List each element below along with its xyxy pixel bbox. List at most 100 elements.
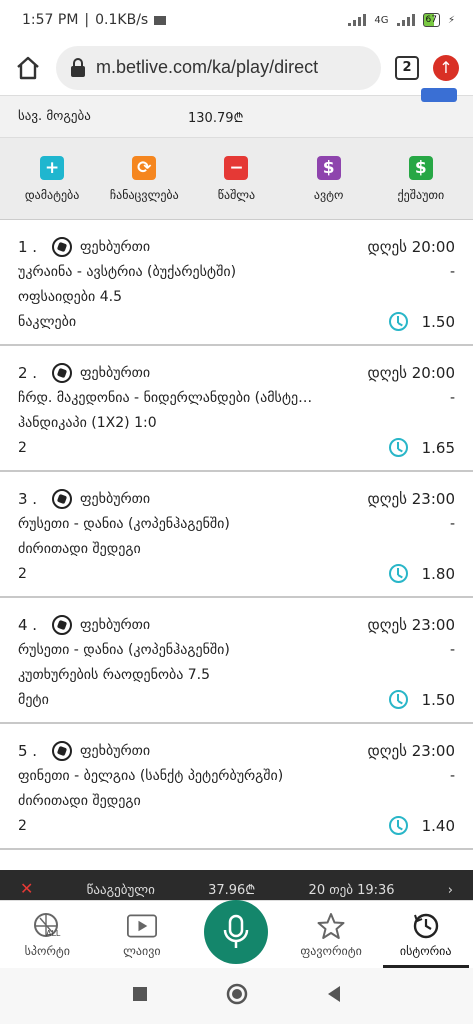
odd-group: 1.50 xyxy=(388,690,455,709)
dollar-icon: $ xyxy=(408,155,433,180)
swap-icon: ⟳ xyxy=(132,155,157,180)
bet-market: ოფსაიდები 4.5 xyxy=(18,288,122,305)
action-label: ჩანაცვლება xyxy=(109,187,179,202)
bet-sport: ფეხბურთი xyxy=(80,742,151,759)
action-button-0[interactable]: + დამატება xyxy=(9,155,95,202)
action-button-1[interactable]: ⟳ ჩანაცვლება xyxy=(101,155,187,202)
home-icon[interactable] xyxy=(14,54,42,82)
bet-event: უკრაინა - ავსტრია (ბუქარესტში) xyxy=(18,263,237,280)
action-label: ავტო xyxy=(313,187,344,202)
bet-pick-row: 2 1.65 xyxy=(18,435,455,460)
bet-market: კუთხურების რაოდენობა 7.5 xyxy=(18,666,211,683)
nav-history[interactable]: ისტორია xyxy=(382,901,469,968)
bet-card[interactable]: 2 . ფეხბურთი დღეს 20:00 ჩრდ. მაკედონია - ნი… xyxy=(0,346,473,472)
bet-pick: 2 xyxy=(18,817,27,834)
update-icon[interactable]: ↑ xyxy=(433,54,459,81)
bet-time: დღეს 20:00 xyxy=(367,237,455,256)
action-button-2[interactable]: − წაშლა xyxy=(193,155,279,202)
bet-time: დღეს 23:00 xyxy=(367,741,455,760)
bet-score: - xyxy=(449,263,455,280)
potential-win-label: სავ. მოგება xyxy=(18,109,91,124)
bet-sport: ფეხბურთი xyxy=(80,616,151,633)
clock-icon xyxy=(388,816,408,835)
bet-score: - xyxy=(449,515,455,532)
bet-header: 3 . ფეხბურთი დღეს 23:00 xyxy=(18,486,455,511)
browser-toolbar: m.betlive.com/ka/play/direct 2 ↑ xyxy=(0,40,473,96)
bet-card[interactable]: 5 . ფეხბურთი დღეს 23:00 ფინეთი - ბელგია (სა… xyxy=(0,724,473,850)
chevron-right-icon: › xyxy=(447,883,453,898)
football-icon xyxy=(52,488,72,509)
play-icon xyxy=(126,912,157,940)
battery-level: 67 xyxy=(425,15,437,25)
battery-icon: 67 xyxy=(422,13,440,27)
bet-market-row: კუთხურების რაოდენობა 7.5 xyxy=(18,662,455,687)
action-button-3[interactable]: $ ავტო xyxy=(286,155,372,202)
address-bar[interactable]: m.betlive.com/ka/play/direct xyxy=(56,45,381,90)
odd-group: 1.65 xyxy=(388,438,455,457)
bet-market: ძირითადი შედეგი xyxy=(18,792,141,809)
bet-time: დღეს 20:00 xyxy=(367,363,455,382)
bet-odd: 1.50 xyxy=(421,312,455,331)
clock-icon xyxy=(388,564,408,583)
nav-sport[interactable]: ALL სპორტი xyxy=(4,901,90,968)
network-type: 4G xyxy=(374,14,389,26)
bet-odd: 1.65 xyxy=(421,438,455,457)
bet-card[interactable]: 4 . ფეხბურთი დღეს 23:00 რუსეთი - დანია (კოპ… xyxy=(0,598,473,724)
potential-win-row: სავ. მოგება 130.79₾ xyxy=(0,88,473,138)
odd-group: 1.80 xyxy=(388,564,455,583)
bet-score: - xyxy=(449,767,455,784)
nav-live-label: ლაივი xyxy=(123,943,161,958)
potential-win-value: 130.79₾ xyxy=(188,110,244,126)
bet-event: რუსეთი - დანია (კოპენჰაგენში) xyxy=(18,641,230,658)
action-label: დამატება xyxy=(24,187,80,202)
bet-sport: ფეხბურთი xyxy=(80,490,151,507)
status-time: 1:57 PM xyxy=(22,12,79,28)
bet-pick: 2 xyxy=(18,565,27,582)
bet-odd: 1.40 xyxy=(421,816,455,835)
tabs-button[interactable]: 2 xyxy=(395,55,419,80)
bet-market-row: ძირითადი შედეგი xyxy=(18,788,455,813)
bet-number: 1 . xyxy=(18,237,38,256)
recents-icon[interactable] xyxy=(132,986,148,1006)
bet-market: ძირითადი შედეგი xyxy=(18,540,141,557)
strip-date: 20 თებ 19:36 xyxy=(308,883,395,898)
dollar-icon: $ xyxy=(316,155,341,180)
bet-number: 3 . xyxy=(18,489,38,508)
bet-pick-row: 2 1.40 xyxy=(18,813,455,838)
home-button-icon[interactable] xyxy=(226,983,248,1009)
system-nav xyxy=(0,968,473,1024)
status-right: 4G 67 ⚡ xyxy=(348,13,455,27)
action-label: წაშლა xyxy=(217,187,256,202)
bet-odd: 1.80 xyxy=(421,564,455,583)
back-icon[interactable] xyxy=(326,985,342,1007)
football-icon xyxy=(52,740,72,761)
lock-icon xyxy=(71,57,85,77)
nav-favorites-label: ფავორიტი xyxy=(300,943,362,958)
clock-icon xyxy=(388,438,408,457)
url-text: m.betlive.com/ka/play/direct xyxy=(96,57,319,77)
bet-sport: ფეხბურთი xyxy=(80,364,151,381)
collapse-tab[interactable] xyxy=(421,88,457,102)
strip-status: წააგებული xyxy=(86,883,155,898)
bet-pick-row: 2 1.80 xyxy=(18,561,455,586)
action-label: ქეშაუთი xyxy=(397,187,445,202)
nav-favorites[interactable]: ფავორიტი xyxy=(288,901,374,968)
signal-icon xyxy=(348,14,367,26)
bet-card[interactable]: 3 . ფეხბურთი დღეს 23:00 რუსეთი - დანია (კოპ… xyxy=(0,472,473,598)
football-icon xyxy=(52,614,72,635)
clock-icon xyxy=(388,312,408,331)
action-button-4[interactable]: $ ქეშაუთი xyxy=(378,155,464,202)
bet-time: დღეს 23:00 xyxy=(367,489,455,508)
plus-icon: + xyxy=(40,155,65,180)
bet-event: რუსეთი - დანია (კოპენჰაგენში) xyxy=(18,515,230,532)
history-strip[interactable]: ✕ წააგებული 37.96₾ 20 თებ 19:36 › xyxy=(0,870,473,900)
nav-live[interactable]: ლაივი xyxy=(99,901,185,968)
bet-list: 1 . ფეხბურთი დღეს 20:00 უკრაინა - ავსტრია (… xyxy=(0,220,473,850)
mic-icon xyxy=(204,899,269,964)
bet-sport: ფეხბურთი xyxy=(80,238,151,255)
bet-market-row: ოფსაიდები 4.5 xyxy=(18,284,455,309)
bet-card[interactable]: 1 . ფეხბურთი დღეს 20:00 უკრაინა - ავსტრია (… xyxy=(0,220,473,346)
odd-group: 1.40 xyxy=(388,816,455,835)
bottom-nav: ALL სპორტი ლაივი ფავორიტი ისტორია xyxy=(0,899,473,968)
nav-voice[interactable] xyxy=(193,899,279,968)
